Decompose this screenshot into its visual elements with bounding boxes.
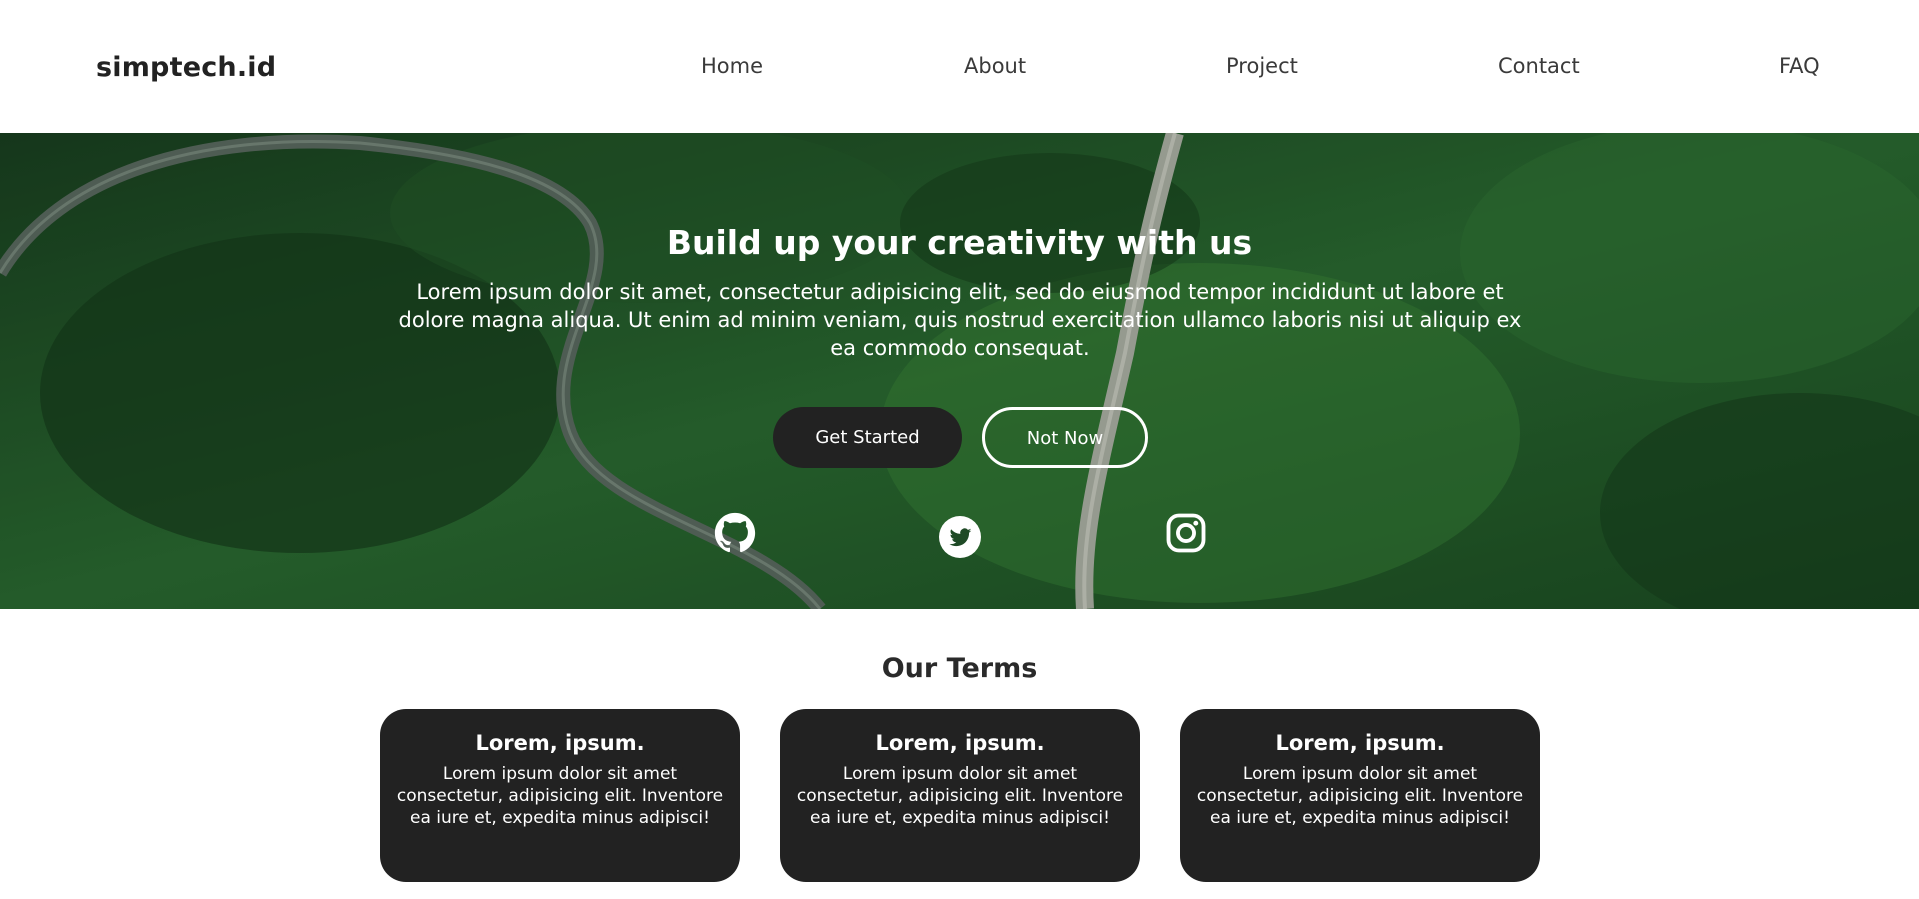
github-icon[interactable] <box>714 512 756 554</box>
hero-section: Build up your creativity with us Lorem i… <box>0 133 1919 609</box>
brand-logo[interactable]: simptech.id <box>96 52 276 83</box>
hero-title: Build up your creativity with us <box>666 223 1253 262</box>
term-card: Lorem, ipsum. Lorem ipsum dolor sit amet… <box>380 709 740 882</box>
terms-heading: Our Terms <box>881 653 1038 684</box>
instagram-icon[interactable] <box>1165 512 1207 554</box>
term-card-title: Lorem, ipsum. <box>875 731 1045 755</box>
nav-link-project[interactable]: Project <box>1226 54 1298 78</box>
nav-link-home[interactable]: Home <box>701 54 763 78</box>
term-card: Lorem, ipsum. Lorem ipsum dolor sit amet… <box>1180 709 1540 882</box>
nav-link-contact[interactable]: Contact <box>1498 54 1580 78</box>
navbar: simptech.id Home About Project Contact F… <box>0 0 1919 133</box>
term-card: Lorem, ipsum. Lorem ipsum dolor sit amet… <box>780 709 1140 882</box>
term-card-title: Lorem, ipsum. <box>1275 731 1445 755</box>
nav-link-faq[interactable]: FAQ <box>1779 54 1820 78</box>
term-card-title: Lorem, ipsum. <box>475 731 645 755</box>
twitter-icon[interactable] <box>939 516 981 558</box>
term-card-text: Lorem ipsum dolor sit amet consectetur, … <box>396 764 724 828</box>
get-started-button[interactable]: Get Started <box>773 407 962 468</box>
term-card-text: Lorem ipsum dolor sit amet consectetur, … <box>1196 764 1524 828</box>
term-card-text: Lorem ipsum dolor sit amet consectetur, … <box>796 764 1124 828</box>
not-now-button[interactable]: Not Now <box>982 407 1148 468</box>
nav-link-about[interactable]: About <box>964 54 1026 78</box>
hero-description: Lorem ipsum dolor sit amet, consectetur … <box>398 280 1522 360</box>
